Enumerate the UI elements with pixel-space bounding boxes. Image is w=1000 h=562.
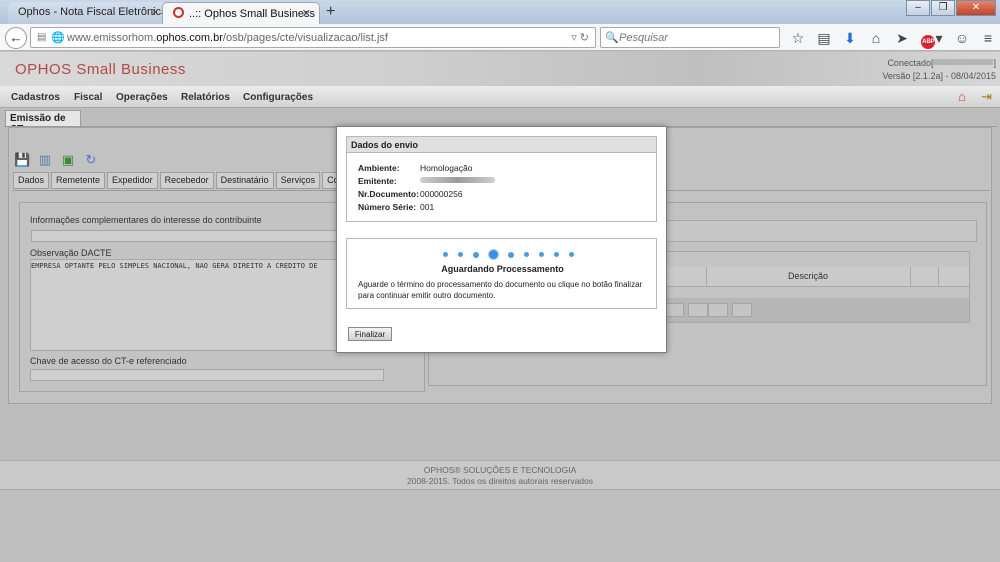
close-tab-icon[interactable]: ✕: [151, 6, 160, 19]
footer-company: OPHOS® SOLUÇÕES E TECNOLOGIA: [423, 465, 577, 475]
obs-label: Observação DACTE: [30, 248, 112, 258]
chave-input[interactable]: [30, 369, 384, 381]
search-icon: 🔍: [605, 32, 619, 44]
url-host: ophos.com.br: [156, 32, 223, 44]
loading-spinner-icon: [443, 250, 584, 259]
new-tab-icon[interactable]: +: [326, 3, 335, 21]
connection-status: Conectado[]: [887, 58, 996, 68]
form-sub-tabs: Dados Remetente Expedidor Recebedor Dest…: [13, 172, 392, 189]
minimize-icon[interactable]: –: [906, 0, 930, 16]
processing-title: Aguardando Processamento: [441, 264, 564, 274]
close-tab-icon[interactable]: ✕: [302, 7, 311, 20]
tab-expedidor[interactable]: Expedidor: [107, 172, 158, 189]
browser-tab-bar: Ophos - Nota Fiscal Eletrônica ✕ ..:: Op…: [0, 0, 1000, 24]
search-input[interactable]: 🔍 Pesquisar: [600, 27, 780, 48]
browser-toolbar-icons: ☆ ▤ ⬇ ⌂ ➤ ABP▾ ☺ ≡: [786, 28, 1000, 49]
search-placeholder: Pesquisar: [619, 32, 668, 44]
pager-last-button[interactable]: [732, 303, 752, 317]
download-arrow-icon[interactable]: ⬇: [838, 28, 862, 48]
menu-fiscal[interactable]: Fiscal: [74, 92, 102, 103]
send-status-dialog: Dados do envio Ambiente: Homologação Emi…: [336, 126, 667, 353]
reload-icon[interactable]: ▿ ↻: [571, 31, 589, 44]
menu-cadastros[interactable]: Cadastros: [11, 92, 60, 103]
page-footer: OPHOS® SOLUÇÕES E TECNOLOGIA 2008-2015. …: [0, 460, 1000, 490]
logout-icon[interactable]: ⇥: [981, 89, 992, 105]
address-bar[interactable]: ▤ 🌐 www.emissorhom.ophos.com.br/osb/page…: [30, 27, 596, 48]
refresh-icon[interactable]: ↻: [83, 152, 99, 168]
tab-servicos[interactable]: Serviços: [275, 172, 321, 189]
browser-nav-bar: ← ▤ 🌐 www.emissorhom.ophos.com.br/osb/pa…: [0, 24, 1000, 51]
tab-emissao-cte[interactable]: Emissão de CT-e: [5, 110, 81, 135]
hamburger-menu-icon[interactable]: ≡: [976, 28, 1000, 48]
export-icon[interactable]: ▥: [37, 152, 53, 168]
chave-label: Chave de acesso do CT-e referenciado: [30, 356, 187, 366]
footer-copyright: 2008-2015. Todos os direitos autorais re…: [406, 476, 593, 486]
bookmark-star-icon[interactable]: ☆: [786, 28, 810, 48]
send-data-box: Dados do envio Ambiente: Homologação Emi…: [346, 136, 657, 222]
tab-destinatario[interactable]: Destinatário: [215, 172, 274, 189]
pager-next-button[interactable]: [708, 303, 728, 317]
processing-message: Aguarde o término do processamento do do…: [358, 280, 643, 300]
chat-icon[interactable]: ☺: [950, 28, 974, 48]
tab-recebedor[interactable]: Recebedor: [159, 172, 214, 189]
window-controls: – ❐ ✕: [905, 0, 996, 16]
menu-relatorios[interactable]: Relatórios: [181, 92, 230, 103]
browser-tab-osb[interactable]: ..:: Ophos Small Business ✕: [162, 2, 320, 24]
processing-box: Aguardando Processamento Aguarde o térmi…: [346, 238, 657, 309]
page-icon: ▤: [37, 32, 47, 43]
app-header: OPHOS Small Business Conectado[] Versão …: [0, 52, 1000, 86]
window-close-icon[interactable]: ✕: [956, 0, 996, 16]
pager-prev-button[interactable]: [688, 303, 708, 317]
menu-operacoes[interactable]: Operações: [116, 92, 168, 103]
image-icon[interactable]: ▣: [60, 152, 76, 168]
info-label: Informações complementares do interesse …: [30, 215, 262, 225]
globe-icon: 🌐: [51, 32, 65, 44]
home-icon[interactable]: ⌂: [958, 89, 966, 104]
pager-first-button[interactable]: [664, 303, 684, 317]
home-icon[interactable]: ⌂: [864, 28, 888, 48]
finish-button[interactable]: Finalizar: [348, 327, 392, 341]
main-menu: Cadastros Fiscal Operações Relatórios Co…: [0, 86, 1000, 108]
maximize-icon[interactable]: ❐: [931, 0, 955, 16]
adblock-icon[interactable]: ABP▾: [916, 28, 948, 49]
save-icon[interactable]: 💾: [14, 152, 30, 168]
url-path: /osb/pages/cte/visualizacao/list.jsf: [222, 32, 388, 44]
app-version: Versão [2.1.2a] - 08/04/2015: [882, 71, 996, 81]
send-icon[interactable]: ➤: [890, 28, 914, 48]
bookmarks-list-icon[interactable]: ▤: [812, 28, 836, 48]
menu-configuracoes[interactable]: Configurações: [243, 92, 313, 103]
tab-label: ..:: Ophos Small Business: [189, 8, 315, 20]
browser-tab-nfe[interactable]: Ophos - Nota Fiscal Eletrônica ✕: [8, 2, 168, 24]
grid-header-descricao: Descrição: [788, 271, 829, 281]
tab-dados[interactable]: Dados: [13, 172, 50, 189]
form-toolbar: 💾 ▥ ▣ ↻: [14, 152, 106, 168]
tab-remetente[interactable]: Remetente: [51, 172, 106, 189]
tab-label: Ophos - Nota Fiscal Eletrônica: [18, 6, 168, 18]
obs-value: EMPRESA OPTANTE PELO SIMPLES NACIONAL, N…: [31, 262, 318, 270]
redacted-value: [420, 177, 495, 183]
dialog-title: Dados do envio: [347, 137, 656, 153]
app-logo: OPHOS Small Business: [15, 61, 186, 78]
url-prefix: www.emissorhom.: [67, 32, 157, 44]
back-arrow-icon[interactable]: ←: [5, 27, 27, 49]
opera-favicon-icon: [173, 7, 184, 18]
